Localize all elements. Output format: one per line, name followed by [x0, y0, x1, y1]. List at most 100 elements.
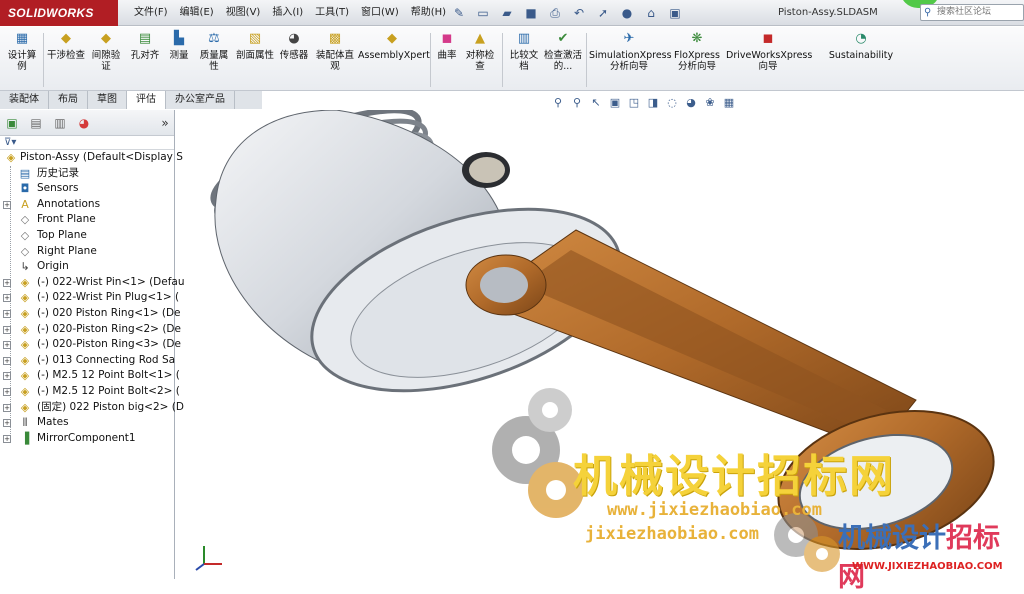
menu-file[interactable]: 文件(F) — [128, 0, 174, 26]
zoom-area-icon[interactable]: ⚲ — [569, 95, 585, 111]
mass-properties-button[interactable]: ⚖ 质量属性 — [196, 31, 232, 72]
tab-office-products[interactable]: 办公室产品 — [166, 91, 235, 109]
tree-item[interactable]: ◇ Top Plane — [0, 228, 174, 244]
scene-icon[interactable]: ❀ — [702, 95, 718, 111]
expand-panel-icon[interactable]: » — [156, 115, 174, 131]
tree-item[interactable]: + ▐ MirrorComponent1 — [0, 431, 174, 447]
appearance-icon[interactable]: ◕ — [683, 95, 699, 111]
tab-layout[interactable]: 布局 — [49, 91, 88, 109]
curvature-button[interactable]: ◼ 曲率 — [434, 31, 460, 61]
sustainability-icon: ◔ — [855, 31, 867, 46]
menu-window[interactable]: 窗口(W) — [355, 0, 405, 26]
tree-item[interactable]: + A Annotations — [0, 197, 174, 213]
tree-item[interactable]: ◘ Sensors — [0, 181, 174, 197]
new-icon[interactable]: ▭ — [472, 4, 494, 22]
assemblyxpert-button[interactable]: ◆ AssemblyXpert — [358, 31, 430, 61]
expand-toggle[interactable]: + — [3, 372, 11, 381]
tree-item[interactable]: + ◈ (固定) 022 Piston big<2> (D — [0, 400, 184, 416]
driveworksxpress-button[interactable]: ◼ DriveWorksXpress向导 — [726, 31, 812, 72]
tree-item[interactable]: + ◈ (-) 020-Piston Ring<3> (De — [0, 337, 181, 353]
tab-sketch[interactable]: 草图 — [88, 91, 127, 109]
expand-toggle[interactable]: + — [3, 356, 11, 365]
compare-documents-button[interactable]: ▥ 比较文档 — [506, 31, 542, 72]
search-input[interactable]: ⚲ 搜索社区论坛 — [920, 4, 1024, 21]
options-icon[interactable]: ▣ — [664, 4, 686, 22]
solidworks-logo[interactable]: SOLIDWORKS — [0, 0, 118, 26]
small-end-pin[interactable] — [480, 267, 528, 303]
connecting-rod-web[interactable] — [521, 250, 886, 432]
file-properties-icon[interactable]: ⌂ — [640, 4, 662, 22]
tree-item[interactable]: ◇ Right Plane — [0, 244, 174, 260]
expand-toggle[interactable]: + — [3, 387, 11, 396]
open-icon[interactable]: ▰ — [496, 4, 518, 22]
tree-item[interactable]: + ◈ (-) 022-Wrist Pin Plug<1> ( — [0, 290, 179, 306]
view-orientation-icon[interactable]: ◳ — [626, 95, 642, 111]
hide-show-icon[interactable]: ◌ — [664, 95, 680, 111]
part-icon: ◈ — [20, 291, 30, 305]
floxpress-button[interactable]: ❋ FloXpress分析向导 — [672, 31, 722, 72]
tree-item[interactable]: ↳ Origin — [0, 259, 174, 275]
menu-view[interactable]: 视图(V) — [220, 0, 267, 26]
tree-item[interactable]: + ◈ (-) 020 Piston Ring<1> (De — [0, 306, 181, 322]
print-icon[interactable]: ⎙ — [544, 4, 566, 22]
tab-assembly[interactable]: 装配体 — [0, 91, 49, 109]
tree-item-label: Sensors — [37, 182, 79, 195]
tree-item[interactable]: + ⫴ Mates — [0, 415, 174, 431]
expand-toggle[interactable]: + — [3, 294, 11, 303]
view-settings-icon[interactable]: ▦ — [721, 95, 737, 111]
rebuild-icon[interactable]: ● — [616, 4, 638, 22]
expand-toggle[interactable]: + — [3, 434, 11, 443]
undo-icon[interactable]: ↶ — [568, 4, 590, 22]
sustainability-button[interactable]: ◔ Sustainability — [826, 31, 896, 61]
menu-tools[interactable]: 工具(T) — [309, 0, 355, 26]
display-manager-tab-icon[interactable]: ◕ — [75, 115, 93, 131]
check-activation-button[interactable]: ✔ 检查激活的... — [544, 31, 582, 72]
feature-manager-tab-icon[interactable]: ▣ — [3, 115, 21, 131]
tree-item[interactable]: ◇ Front Plane — [0, 212, 174, 228]
graphics-area[interactable] — [176, 110, 1024, 579]
save-icon[interactable]: ■ — [520, 4, 542, 22]
pin-icon[interactable]: ✎ — [448, 4, 470, 22]
tree-item[interactable]: + ◈ (-) 020-Piston Ring<2> (De — [0, 322, 181, 338]
expand-toggle[interactable]: + — [3, 403, 11, 412]
tree-item[interactable]: ▤ 历史记录 — [0, 166, 174, 182]
interference-button[interactable]: ◆ 干涉检查 — [46, 31, 86, 61]
section-view-icon[interactable]: ▣ — [607, 95, 623, 111]
configuration-manager-tab-icon[interactable]: ▥ — [51, 115, 69, 131]
display-style-icon[interactable]: ◨ — [645, 95, 661, 111]
tree-item[interactable]: + ◈ (-) 022-Wrist Pin<1> (Defau — [0, 275, 185, 291]
assembly-visualization-button[interactable]: ▩ 装配体直观 — [315, 31, 355, 72]
simulationxpress-button[interactable]: ✈ SimulationXpress分析向导 — [589, 31, 672, 72]
property-manager-tab-icon[interactable]: ▤ — [27, 115, 45, 131]
clearance-button[interactable]: ◆ 间隙验证 — [88, 31, 124, 72]
expand-toggle[interactable]: + — [3, 309, 11, 318]
sensor-button[interactable]: ◕ 传感器 — [276, 31, 312, 61]
menu-edit[interactable]: 编辑(E) — [174, 0, 220, 26]
filter-icon[interactable]: ⊽▾ — [0, 136, 174, 150]
menu-help[interactable]: 帮助(H) — [405, 0, 452, 26]
previous-view-icon[interactable]: ↖ — [588, 95, 604, 111]
symmetry-check-button[interactable]: ▲ 对称检查 — [462, 31, 498, 72]
tab-evaluate[interactable]: 评估 — [127, 91, 166, 109]
interference-label: 干涉检查 — [46, 50, 85, 61]
tree-root[interactable]: ◈ Piston-Assy (Default<Display S — [0, 150, 183, 166]
measure-button[interactable]: ▙ 测量 — [165, 31, 193, 61]
tree-item[interactable]: + ◈ (-) M2.5 12 Point Bolt<2> ( — [0, 384, 180, 400]
expand-toggle[interactable]: + — [3, 325, 11, 334]
expand-toggle[interactable]: + — [3, 278, 11, 287]
wrist-pin-face[interactable] — [469, 157, 505, 183]
section-properties-button[interactable]: ▧ 剖面属性 — [236, 31, 274, 61]
zoom-to-fit-icon[interactable]: ⚲ — [550, 95, 566, 111]
title-bar: SOLIDWORKS 文件(F) 编辑(E) 视图(V) 插入(I) 工具(T)… — [0, 0, 1024, 26]
select-icon[interactable]: ➚ — [592, 4, 614, 22]
expand-toggle[interactable]: + — [3, 200, 11, 209]
feature-manager-panel: ▣ ▤ ▥ ◕ » ⊽▾ ◈ Piston-Assy (Default<Displ… — [0, 110, 185, 579]
sustainability-label: Sustainability — [828, 50, 894, 61]
tree-item[interactable]: + ◈ (-) M2.5 12 Point Bolt<1> ( — [0, 368, 180, 384]
hole-align-button[interactable]: ▤ 孔对齐 — [126, 31, 164, 61]
menu-insert[interactable]: 插入(I) — [266, 0, 309, 26]
design-study-button[interactable]: ▦ 设计算例 — [4, 31, 40, 72]
tree-item[interactable]: + ◈ (-) 013 Connecting Rod Sa — [0, 353, 175, 369]
expand-toggle[interactable]: + — [3, 341, 11, 350]
expand-toggle[interactable]: + — [3, 419, 11, 428]
